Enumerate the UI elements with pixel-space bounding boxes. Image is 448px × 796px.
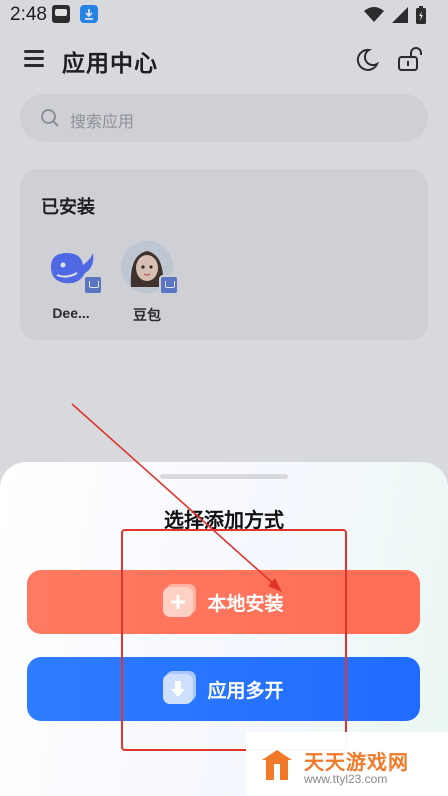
site-watermark: 天天游戏网 www.ttyl23.com [246, 732, 448, 796]
app-center-screen: 2:48 应用中心 搜索应用 已安装 Dee... 豆包 选择添加方式 本地安装… [0, 0, 448, 796]
watermark-logo-icon [262, 750, 292, 780]
watermark-brand: 天天游戏网 [304, 752, 409, 774]
sheet-drag-handle[interactable] [160, 474, 288, 479]
annotation-highlight-box [121, 529, 347, 751]
watermark-url: www.ttyl23.com [304, 772, 388, 786]
